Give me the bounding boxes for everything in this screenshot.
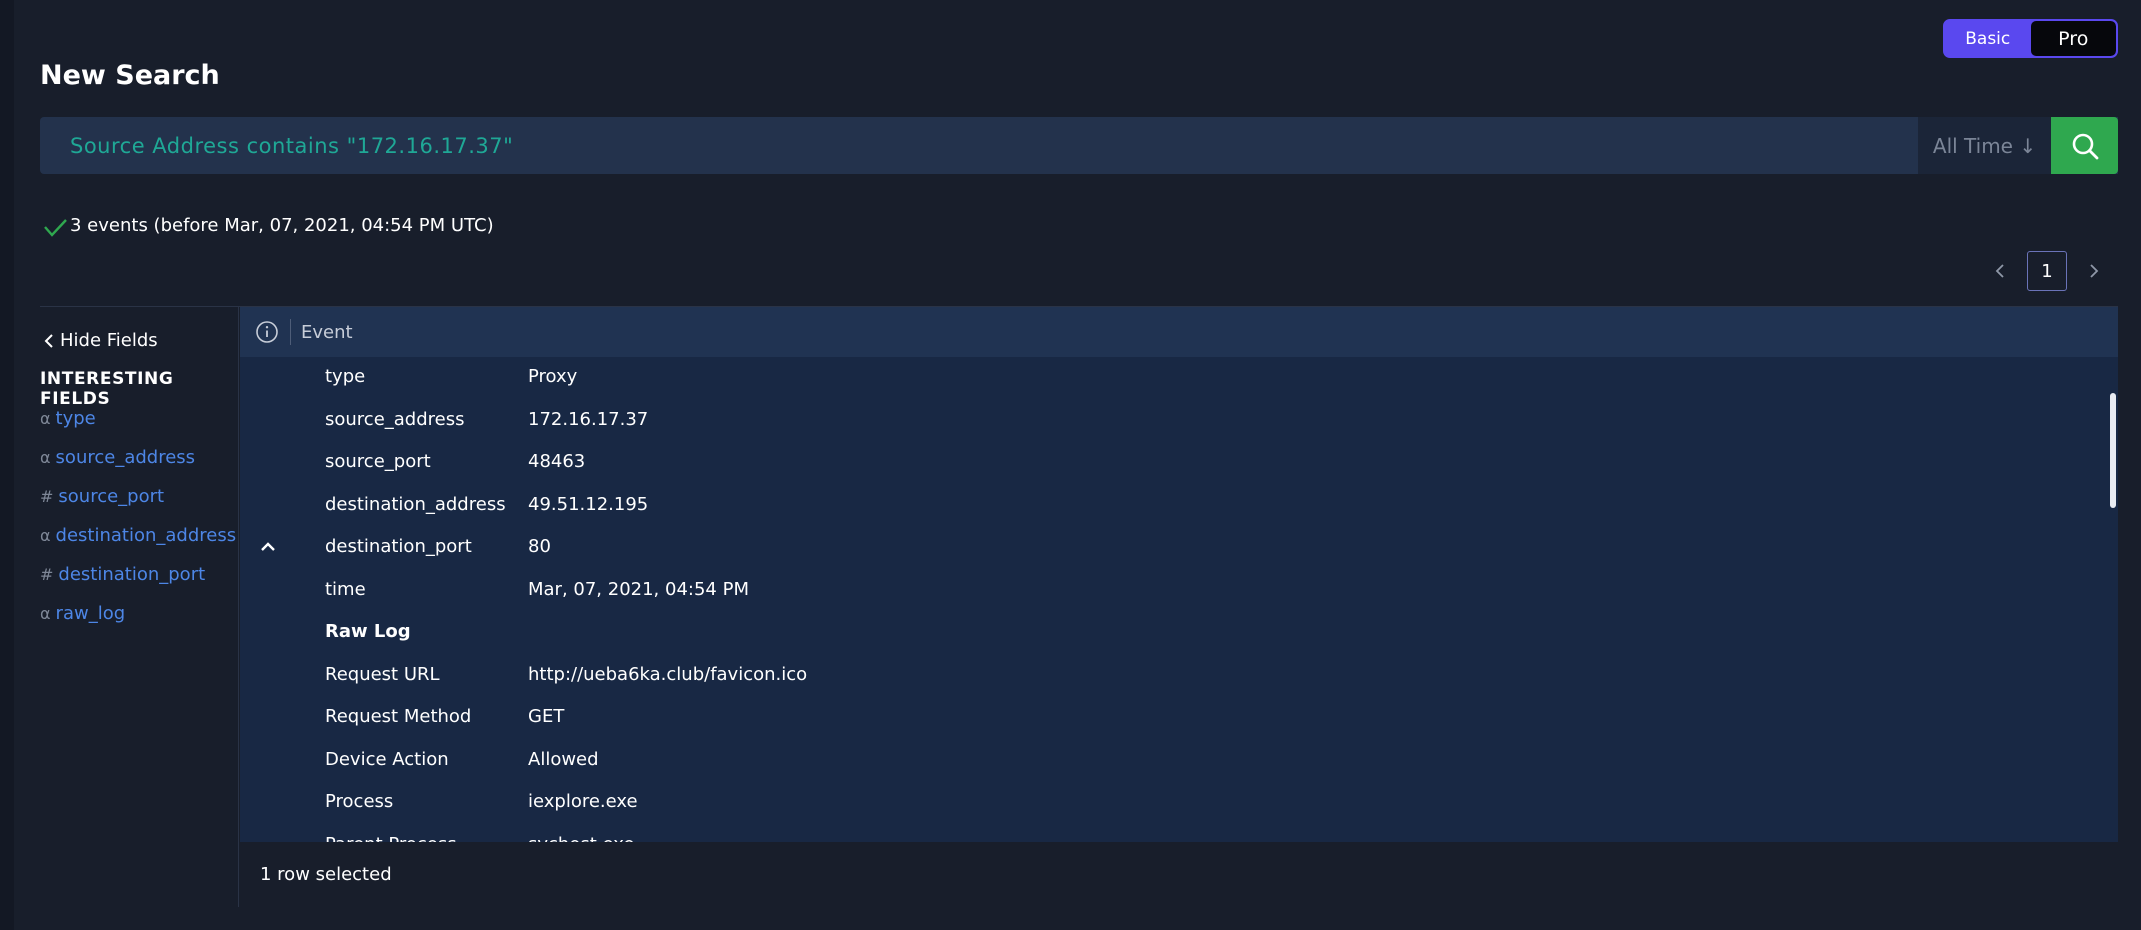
event-field-value: Mar, 07, 2021, 04:54 PM <box>528 578 749 600</box>
pagination: 1 <box>1985 251 2109 291</box>
field-item-type[interactable]: α type <box>40 408 96 429</box>
chevron-right-icon <box>2090 264 2099 278</box>
field-item-destination-port[interactable]: # destination_port <box>40 564 205 585</box>
basic-mode-button[interactable]: Basic <box>1945 21 2031 56</box>
hide-fields-label: Hide Fields <box>60 330 158 351</box>
event-field-key: source_port <box>325 450 431 472</box>
left-edge-strip <box>0 0 14 930</box>
field-type-symbol: α <box>40 526 51 545</box>
event-field-row: source_port 48463 <box>240 440 2110 482</box>
event-field-row: Parent Process svchost.exe <box>240 823 2110 843</box>
event-field-value: 80 <box>528 535 551 557</box>
event-field-value: iexplore.exe <box>528 790 638 812</box>
event-field-value: http://ueba6ka.club/favicon.ico <box>528 663 808 685</box>
hide-fields-button[interactable]: Hide Fields <box>44 330 158 351</box>
search-bar: All Time ↓ <box>40 117 2118 174</box>
event-field-key: Request URL <box>325 663 440 685</box>
prev-page-button[interactable] <box>1985 251 2015 291</box>
event-field-row: source_address 172.16.17.37 <box>240 398 2110 440</box>
event-column-header: Event <box>301 321 353 343</box>
check-icon <box>44 219 67 237</box>
event-field-row: type Proxy <box>240 355 2110 397</box>
selection-status: 1 row selected <box>260 864 392 885</box>
event-field-key: type <box>325 365 366 387</box>
event-field-row: Request URL http://ueba6ka.club/favicon.… <box>240 653 2110 695</box>
event-field-key: Parent Process <box>325 834 457 843</box>
field-label: source_port <box>58 486 165 507</box>
field-label: source_address <box>55 447 196 468</box>
raw-log-heading-row: Raw Log <box>240 610 2110 652</box>
event-field-value: 49.51.12.195 <box>528 493 649 515</box>
event-field-value: 48463 <box>528 450 586 472</box>
field-type-symbol: α <box>40 448 51 467</box>
field-type-symbol: α <box>40 409 51 428</box>
event-field-value: svchost.exe <box>528 834 634 843</box>
search-status: 3 events (before Mar, 07, 2021, 04:54 PM… <box>42 211 494 239</box>
field-type-symbol: # <box>40 487 54 506</box>
event-panel: Event type Proxy source_address 172.16.1… <box>240 307 2118 842</box>
field-label: destination_port <box>58 564 206 585</box>
event-field-key: destination_address <box>325 493 506 515</box>
mode-toggle[interactable]: Basic Pro <box>1943 19 2118 58</box>
field-type-symbol: α <box>40 604 51 623</box>
header-separator <box>290 319 291 345</box>
field-item-source-address[interactable]: α source_address <box>40 447 195 468</box>
event-field-row: destination_port 80 <box>240 525 2110 567</box>
event-field-value: 172.16.17.37 <box>528 408 649 430</box>
event-field-key: source_address <box>325 408 465 430</box>
event-field-row: destination_address 49.51.12.195 <box>240 483 2110 525</box>
event-field-key: Process <box>325 790 394 812</box>
event-field-key: time <box>325 578 366 600</box>
info-icon <box>256 321 278 343</box>
event-field-value: Allowed <box>528 748 599 770</box>
event-field-value: Proxy <box>528 365 578 387</box>
field-item-destination-address[interactable]: α destination_address <box>40 525 236 546</box>
field-type-symbol: # <box>40 565 54 584</box>
interesting-fields-title: INTERESTING FIELDS <box>40 369 174 409</box>
field-label: type <box>55 408 96 429</box>
event-field-row: time Mar, 07, 2021, 04:54 PM <box>240 568 2110 610</box>
event-field-value: GET <box>528 705 565 727</box>
search-button[interactable] <box>2051 117 2118 174</box>
pro-mode-button[interactable]: Pro <box>2030 21 2116 56</box>
event-field-key: destination_port <box>325 535 472 557</box>
page-number-button[interactable]: 1 <box>2027 251 2067 291</box>
chevron-left-icon <box>44 333 53 348</box>
raw-log-heading: Raw Log <box>325 620 411 642</box>
time-range-dropdown[interactable]: All Time ↓ <box>1918 117 2051 174</box>
event-field-row: Request Method GET <box>240 695 2110 737</box>
event-field-key: Request Method <box>325 705 472 727</box>
info-button[interactable] <box>255 320 279 344</box>
event-field-row: Device Action Allowed <box>240 738 2110 780</box>
field-label: destination_address <box>55 525 237 546</box>
field-item-source-port[interactable]: # source_port <box>40 486 164 507</box>
page-title: New Search <box>40 60 220 91</box>
event-field-key: Device Action <box>325 748 449 770</box>
search-query-input[interactable] <box>40 117 1918 174</box>
field-label: raw_log <box>55 603 126 624</box>
event-panel-header: Event <box>240 307 2118 357</box>
event-field-row: Process iexplore.exe <box>240 780 2110 822</box>
chevron-left-icon <box>1995 264 2004 278</box>
event-count-text: 3 events (before Mar, 07, 2021, 04:54 PM… <box>70 214 494 236</box>
search-icon <box>2072 133 2098 159</box>
next-page-button[interactable] <box>2079 251 2109 291</box>
fields-sidebar: Hide Fields INTERESTING FIELDS α type α so… <box>40 307 239 907</box>
event-panel-scrollbar[interactable] <box>2110 393 2116 508</box>
sidebar-border <box>238 307 239 907</box>
field-item-raw-log[interactable]: α raw_log <box>40 603 125 624</box>
